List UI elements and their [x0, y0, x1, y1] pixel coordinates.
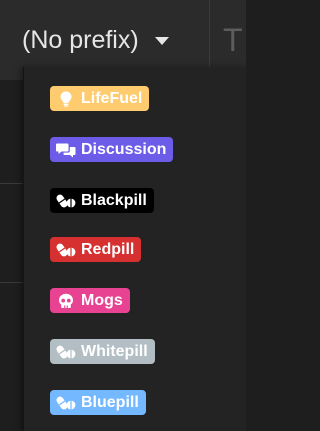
divider — [0, 282, 24, 283]
title-placeholder: T — [223, 22, 243, 58]
prefix-option-blackpill[interactable]: Blackpill — [50, 188, 154, 213]
lightbulb-icon — [56, 90, 76, 108]
prefix-option-bluepill[interactable]: Bluepill — [50, 390, 146, 415]
prefix-label: Bluepill — [81, 393, 139, 411]
prefix-label: Mogs — [81, 291, 123, 309]
pills-icon — [56, 241, 76, 259]
prefix-option-discussion[interactable]: Discussion — [50, 137, 174, 162]
prefix-label: Redpill — [81, 240, 135, 258]
pills-icon — [56, 394, 76, 412]
prefix-label: Whitepill — [81, 342, 148, 360]
prefix-label: Discussion — [81, 140, 167, 158]
prefix-option-mogs[interactable]: Mogs — [50, 288, 130, 313]
skull-icon — [56, 292, 76, 310]
prefix-select[interactable]: (No prefix) — [22, 22, 169, 58]
pills-icon — [56, 192, 76, 210]
pills-icon — [56, 343, 76, 361]
prefix-label: Blackpill — [81, 191, 147, 209]
prefix-menu: LifeFuel Discussion Blackpill Redpill Mo… — [23, 67, 246, 431]
prefix-label: LifeFuel — [81, 89, 143, 107]
screen: (No prefix) T LifeFuel Discussion Blackp… — [0, 0, 246, 431]
prefix-select-label: (No prefix) — [22, 25, 139, 54]
divider — [0, 183, 24, 184]
comments-icon — [56, 141, 76, 159]
prefix-option-redpill[interactable]: Redpill — [50, 237, 142, 262]
thread-title-input[interactable]: T — [210, 18, 246, 62]
caret-down-icon — [154, 37, 169, 45]
prefix-option-lifefuel[interactable]: LifeFuel — [50, 86, 150, 111]
prefix-option-whitepill[interactable]: Whitepill — [50, 339, 155, 364]
